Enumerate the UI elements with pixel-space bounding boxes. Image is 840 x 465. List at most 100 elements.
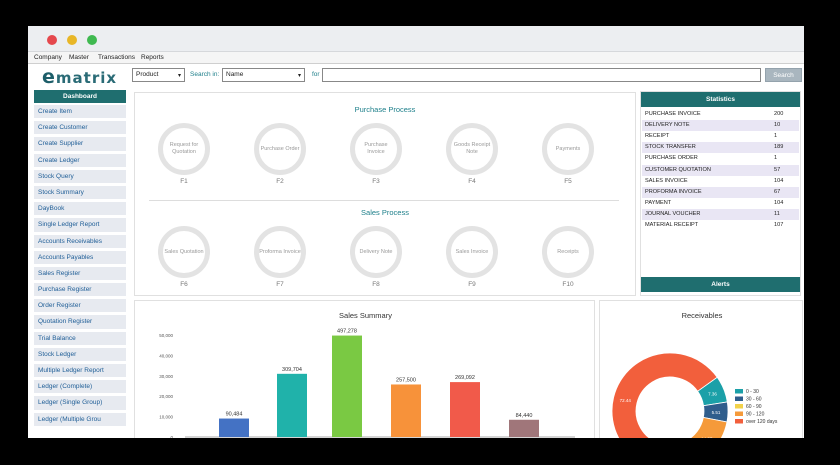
- sales-bar[interactable]: [219, 418, 249, 437]
- statistics-value: 189: [774, 144, 784, 151]
- maximize-window-button[interactable]: [87, 35, 97, 45]
- sidebar-item[interactable]: DayBook: [34, 202, 126, 217]
- item-type-select[interactable]: Product ▾: [132, 68, 185, 82]
- process-step-button[interactable]: Proforma Invoice: [254, 226, 306, 278]
- process-step-button[interactable]: Receipts: [542, 226, 594, 278]
- search-input[interactable]: [322, 68, 761, 82]
- sidebar-item[interactable]: Purchase Register: [34, 283, 126, 298]
- statistics-name: PURCHASE ORDER: [645, 155, 698, 162]
- statistics-row: PURCHASE INVOICE 200: [642, 109, 799, 120]
- statistics-row: STOCK TRANSFER 189: [642, 142, 799, 154]
- menu-reports[interactable]: Reports: [141, 54, 164, 61]
- statistics-value: 104: [774, 177, 784, 184]
- sidebar-item[interactable]: Ledger (Single Group): [34, 396, 126, 411]
- y-tick-label: 30,000: [159, 374, 173, 379]
- process-step-button[interactable]: Goods Receipt Note: [446, 123, 498, 175]
- menu-transactions[interactable]: Transactions: [98, 54, 135, 61]
- sidebar-item[interactable]: Multiple Ledger Report: [34, 364, 126, 379]
- title-bar: [28, 26, 804, 52]
- sales-bar[interactable]: [277, 373, 307, 437]
- process-step-label: Delivery Note: [359, 248, 393, 255]
- sales-bar[interactable]: [391, 384, 421, 437]
- sidebar-item[interactable]: Ledger (Complete): [34, 380, 126, 395]
- statistics-name: RECEIPT: [645, 133, 670, 140]
- legend-label: over 120 days: [746, 419, 778, 425]
- statistics-value: 57: [774, 166, 781, 173]
- shortcut-key-label: F7: [276, 281, 284, 288]
- statistics-name: CUSTOMER QUOTATION: [645, 166, 711, 173]
- process-step-label: Sales Quotation: [164, 248, 204, 255]
- y-tick-label: 0: [170, 435, 173, 438]
- process-panel: Purchase Process Request for Quotation F1…: [134, 92, 636, 296]
- process-step-button[interactable]: Purchase Invoice: [350, 123, 402, 175]
- statistics-row: SALES INVOICE 104: [642, 175, 799, 187]
- legend-label: 30 - 60: [746, 397, 762, 403]
- statistics-name: MATERIAL RECEIPT: [645, 222, 699, 228]
- process-step-label: Sales Invoice: [455, 248, 489, 255]
- chevron-down-icon: ▾: [177, 73, 181, 79]
- statistics-value: 1: [774, 133, 778, 140]
- process-divider: [149, 200, 619, 201]
- statistics-name: STOCK TRANSFER: [645, 144, 696, 151]
- statistics-name: PAYMENT: [645, 199, 672, 206]
- sidebar-item[interactable]: Stock Ledger: [34, 347, 126, 362]
- sidebar-item[interactable]: Create Ledger: [34, 153, 126, 168]
- legend-swatch: [735, 411, 743, 416]
- app-window: Company Master Transactions Reports emat…: [28, 26, 804, 438]
- sales-bar[interactable]: [332, 335, 362, 437]
- statistics-value: 67: [774, 188, 781, 195]
- sales-summary-chart: 0 10,000 20,000 30,000 40,000 50,000 90,484 309…: [159, 329, 575, 438]
- sales-bar[interactable]: [450, 382, 480, 437]
- slice-value-label: 7.36: [708, 392, 717, 397]
- legend-label: 0 - 30: [746, 389, 759, 395]
- search-button[interactable]: Search: [765, 68, 802, 82]
- bar-value-label: 497,278: [337, 329, 357, 335]
- process-step-button[interactable]: Sales Quotation: [158, 226, 210, 278]
- sidebar-item[interactable]: Stock Query: [34, 169, 126, 184]
- sidebar-item[interactable]: Accounts Payables: [34, 250, 126, 265]
- sidebar-item[interactable]: Quotation Register: [34, 315, 126, 330]
- sidebar-item[interactable]: Accounts Receivables: [34, 234, 126, 249]
- process-step-button[interactable]: Purchase Order: [254, 123, 306, 175]
- sidebar: Dashboard Create Item Create Customer Crea…: [34, 90, 126, 438]
- menu-company[interactable]: Company: [34, 54, 62, 61]
- legend-swatch: [735, 404, 743, 409]
- sidebar-item[interactable]: Ledger (Multiple Grou: [34, 412, 126, 427]
- menu-master[interactable]: Master: [69, 54, 89, 61]
- sidebar-item[interactable]: Create Item: [34, 105, 126, 120]
- app-logo: ematrix: [42, 66, 118, 88]
- shortcut-key-label: F4: [468, 178, 476, 185]
- sales-bar[interactable]: [509, 419, 539, 437]
- sidebar-item[interactable]: Stock Summary: [34, 185, 126, 201]
- process-step-button[interactable]: Delivery Note: [350, 226, 402, 278]
- legend-swatch: [735, 396, 743, 401]
- process-step-button[interactable]: Sales Invoice: [446, 226, 498, 278]
- search-field-value: Name: [226, 71, 244, 78]
- sidebar-item[interactable]: Trial Balance: [34, 331, 126, 346]
- bar-value-label: 90,484: [226, 412, 243, 418]
- menu-bar: Company Master Transactions Reports: [28, 52, 804, 64]
- sidebar-header[interactable]: Dashboard: [34, 90, 126, 103]
- statistics-header: Statistics: [641, 92, 800, 107]
- close-window-button[interactable]: [47, 35, 57, 45]
- process-step-button[interactable]: Payments: [542, 123, 594, 175]
- statistics-value: 200: [774, 111, 784, 117]
- search-field-select[interactable]: Name ▾: [222, 68, 305, 82]
- process-step-label: Payments: [555, 145, 581, 152]
- statistics-row: PROFORMA INVOICE 67: [642, 186, 799, 198]
- statistics-name: PURCHASE INVOICE: [645, 111, 701, 117]
- shortcut-key-label: F3: [372, 178, 380, 185]
- alerts-header[interactable]: Alerts: [641, 277, 800, 292]
- shortcut-key-label: F9: [468, 281, 476, 288]
- sidebar-item[interactable]: Order Register: [34, 299, 126, 314]
- receivables-slice[interactable]: [686, 416, 728, 438]
- sidebar-item[interactable]: Create Customer: [34, 121, 126, 136]
- bar-value-label: 269,092: [455, 375, 475, 381]
- shortcut-key-label: F8: [372, 281, 380, 288]
- sidebar-item[interactable]: Sales Register: [34, 266, 126, 282]
- process-step-button[interactable]: Request for Quotation: [158, 123, 210, 175]
- sidebar-item[interactable]: Create Supplier: [34, 137, 126, 152]
- process-step-label: Request for Quotation: [169, 142, 199, 155]
- minimize-window-button[interactable]: [67, 35, 77, 45]
- sidebar-item[interactable]: Single Ledger Report: [34, 218, 126, 233]
